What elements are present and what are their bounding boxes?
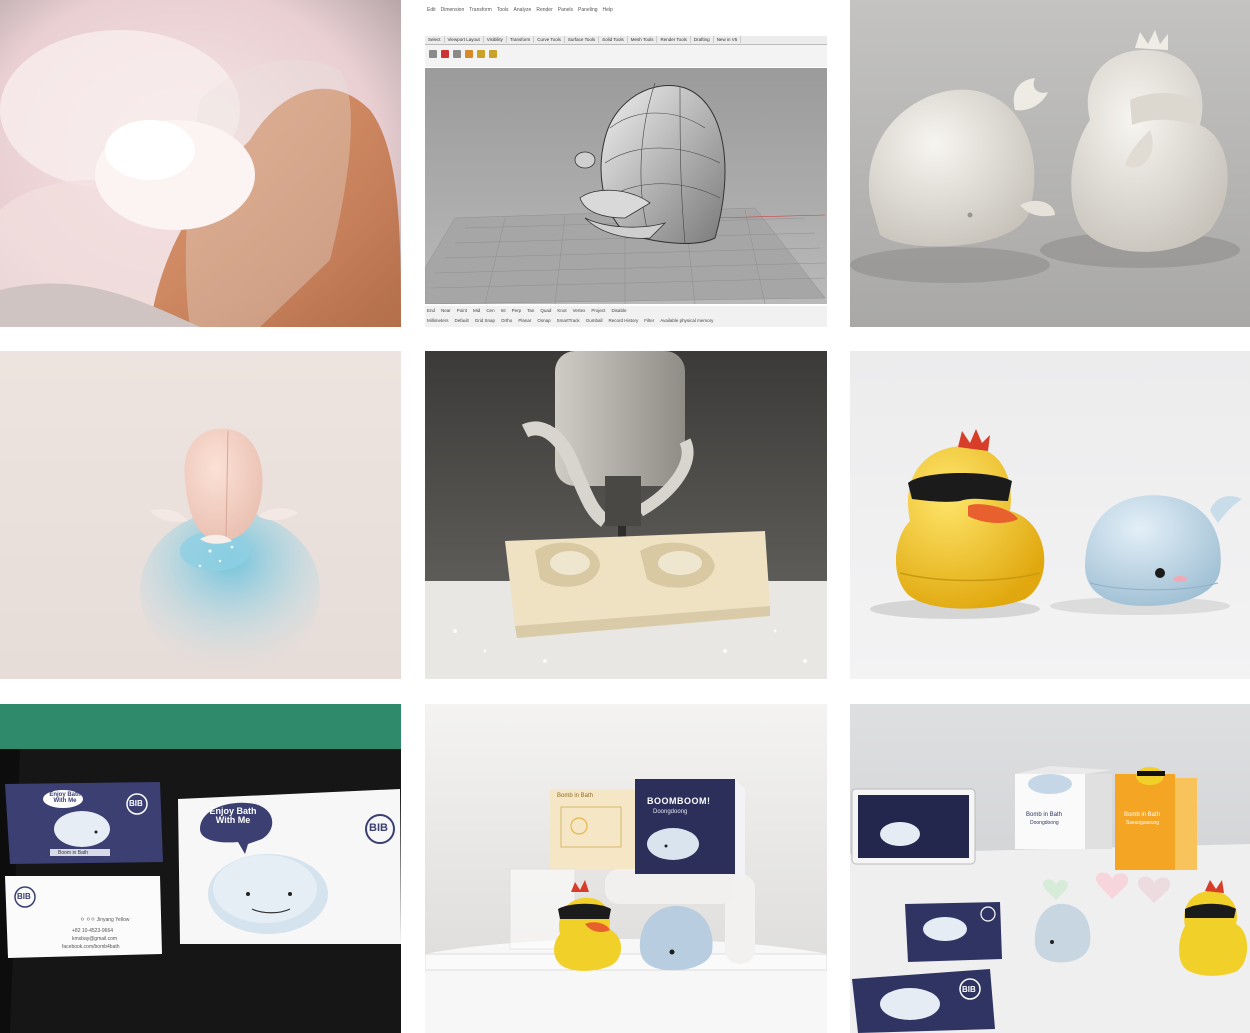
cad-status-bar: End Near Point Mid Cen Int Perp Tan Quad Knot Vert… [425,306,827,327]
cad-status-item[interactable]: Grid Snap [475,318,495,323]
cad-status-item[interactable]: Record History [608,318,638,323]
cad-osnap-option[interactable]: Perp [512,308,522,313]
cad-menu-item[interactable]: Analyze [514,7,532,13]
bubble-large-text: Enjoy Bath With Me [209,806,257,825]
card-name: ㅇ ㅇㅇ Jinyang Yellow [80,917,130,923]
cad-status-item[interactable]: Available physical memory [660,318,713,323]
cad-osnap-option[interactable]: Project [591,308,605,313]
photo-business-cards: Enjoy Bath With Me BIB Boom in Bath BIB … [0,704,401,1033]
cad-osnap-option[interactable]: Quad [540,308,551,313]
cad-viewport [425,68,827,304]
cad-toolbar-tab[interactable]: Transform [507,36,535,43]
cad-osnap-option[interactable]: Point [457,308,467,313]
bib-logo-card: BIB [17,892,31,901]
cad-osnap-option[interactable]: Disable [611,308,626,313]
cad-status-item[interactable]: Ortho [501,318,512,323]
cad-osnap-option[interactable]: Vertex [573,308,586,313]
cad-toolbar [425,45,827,67]
box-left-title: Bomb in Bath [557,793,594,799]
cad-menu-item[interactable]: Transform [469,7,492,13]
cad-toolbar-tab[interactable]: Viewport Layout [445,36,484,43]
cad-menu-item[interactable]: Paneling [578,7,597,13]
photo-mixing-powder [0,0,401,327]
cad-toolbar-tabs: Select Viewport Layout Visibility Transform… [425,36,827,45]
cad-status-item[interactable]: SmartTrack [557,318,580,323]
cad-status-item[interactable]: Default [455,318,469,323]
cad-osnap-option[interactable]: Int [501,308,506,313]
cad-toolbar-tab[interactable]: Drafting [691,36,714,43]
cad-toolbar-tab[interactable]: Surface Tools [565,36,600,43]
box-mid-sub: Doongdoong [653,809,688,815]
box-whale-title: Bomb in Bath [1026,812,1063,818]
box-duck-sub: Sseungsseung [1126,820,1160,826]
cad-modeling-screenshot: Edit Dimension Transform Tools Analyze Render… [425,0,827,327]
card-phone: +82 10-4523-9664 [72,928,114,934]
photo-bath-bomb-fizzing [0,351,401,679]
photo-white-prototypes [850,0,1250,327]
cad-menu-item[interactable]: Help [603,7,613,13]
box-mid-title: BOOMBOOM! [647,796,711,806]
cad-toolbar-tab[interactable]: Render Tools [657,36,691,43]
cad-osnap-option[interactable]: Mid [473,308,480,313]
box-whale-sub: Doongdoong [1030,820,1059,826]
box-duck-title: Bomb in Bath [1124,812,1161,818]
cad-menu-item[interactable]: Tools [497,7,509,13]
bubble-small-text: Enjoy Bath With Me [49,792,81,804]
photo-duck-and-whale-products [850,351,1250,679]
card-facebook: facebook.com/bomb4bath [62,944,120,950]
cad-toolbar-tab[interactable]: Curve Tools [534,36,565,43]
cad-toolbar-tab[interactable]: Visibility [484,36,507,43]
cad-osnap-option[interactable]: Knot [557,308,566,313]
cad-toolbar-tab[interactable]: Mesh Tools [628,36,658,43]
cad-status-item[interactable]: Planar [518,318,531,323]
cad-toolbar-tab[interactable]: Solid Tools [599,36,628,43]
cad-osnap-option[interactable]: Tan [527,308,534,313]
cad-status-item[interactable]: Osnap [537,318,550,323]
cad-status-item[interactable]: Filter [644,318,654,323]
flyer-logo: BIB [962,985,976,994]
bib-logo-large: BIB [369,822,388,834]
brand-sub-small: Boom in Bath [58,850,89,856]
cad-osnap-option[interactable]: Near [441,308,451,313]
cad-osnap-option[interactable]: End [427,308,435,313]
cad-menu-bar: Edit Dimension Transform Tools Analyze Render… [425,0,827,36]
cad-status-item[interactable]: Gumball [586,318,603,323]
bib-logo-small: BIB [129,799,143,808]
cad-menu-item[interactable]: Render [536,7,552,13]
cad-menu-item[interactable]: Panels [558,7,573,13]
cad-menu-item[interactable]: Dimension [441,7,465,13]
photo-packaging-display: Bomb in Bath BOOMBOOM! Doongdoong [425,704,827,1033]
cad-toolbar-tab[interactable]: New in V5 [714,36,742,43]
cad-status-item[interactable]: Millimeters [427,318,449,323]
cad-osnap-option[interactable]: Cen [486,308,494,313]
card-mail: kmsbay@gmail.com [72,936,118,942]
photo-cnc-milling [425,351,827,679]
photo-exhibition-table: Bomb in Bath Doongdoong Bomb in Bath Sse… [850,704,1250,1033]
cad-menu-item[interactable]: Edit [427,7,436,13]
cad-toolbar-tab[interactable]: Select [425,36,445,43]
